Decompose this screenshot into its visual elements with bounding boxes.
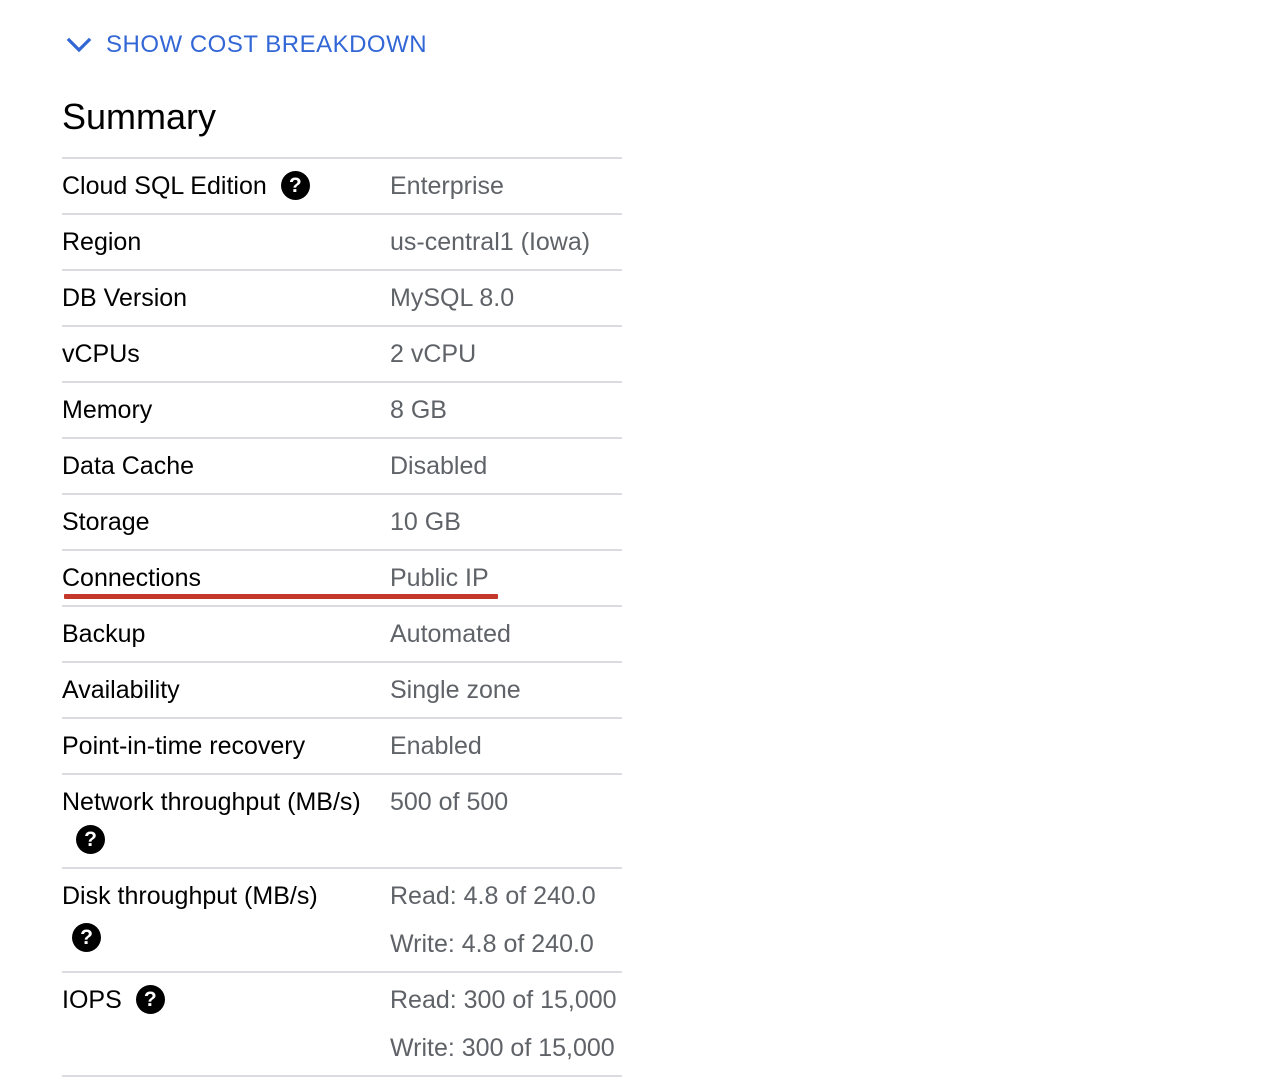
row-value-line: Automated bbox=[390, 620, 511, 648]
help-icon[interactable]: ? bbox=[135, 984, 165, 1014]
row-value-line: Read: 4.8 of 240.0 bbox=[390, 882, 596, 910]
show-cost-breakdown-toggle[interactable]: SHOW COST BREAKDOWN bbox=[64, 30, 427, 60]
row-value-line: Enterprise bbox=[390, 172, 504, 200]
row-value: 2 vCPU bbox=[390, 327, 622, 381]
show-cost-breakdown-label: SHOW COST BREAKDOWN bbox=[106, 31, 428, 58]
row-key: Memory bbox=[62, 396, 153, 424]
row-value-line: 2 vCPU bbox=[390, 340, 477, 368]
row-value-line: Write: 4.8 of 240.0 bbox=[390, 930, 594, 958]
summary-row-vcpus: vCPUs 2 vCPU bbox=[62, 327, 622, 383]
row-key: Point-in-time recovery bbox=[62, 732, 306, 760]
summary-row-availability: Availability Single zone bbox=[62, 663, 622, 719]
row-value-line: 500 of 500 bbox=[390, 788, 509, 816]
summary-row-network-throughput: Network throughput (MB/s)? 500 of 500 bbox=[62, 775, 622, 869]
row-value: us-central1 (Iowa) bbox=[390, 215, 622, 269]
row-value: Read: 4.8 of 240.0 Write: 4.8 of 240.0 bbox=[390, 869, 622, 971]
row-key: Availability bbox=[62, 676, 180, 704]
summary-row-disk-throughput: Disk throughput (MB/s)? Read: 4.8 of 240… bbox=[62, 869, 622, 973]
row-key: Region bbox=[62, 228, 142, 256]
row-key: IOPS? bbox=[62, 973, 390, 1075]
help-icon[interactable]: ? bbox=[72, 922, 101, 952]
summary-title: Summary bbox=[62, 96, 217, 137]
summary-row-cloud-sql-edition: Cloud SQL Edition? Enterprise bbox=[62, 159, 622, 215]
row-value: Read: 300 of 15,000 Write: 300 of 15,000 bbox=[390, 973, 622, 1075]
row-value: MySQL 8.0 bbox=[390, 271, 622, 325]
row-value: 8 GB bbox=[390, 383, 622, 437]
row-key-label: Cloud SQL Edition bbox=[62, 172, 267, 200]
row-value: Enabled bbox=[390, 719, 622, 773]
row-key: Storage bbox=[62, 508, 150, 536]
summary-row-backup: Backup Automated bbox=[62, 607, 622, 663]
row-value-line: 8 GB bbox=[390, 396, 447, 424]
row-value: 500 of 500 bbox=[390, 775, 622, 867]
summary-row-data-cache: Data Cache Disabled bbox=[62, 439, 622, 495]
row-value-line: Single zone bbox=[390, 676, 521, 704]
row-value-line: Public IP bbox=[390, 564, 489, 592]
row-key: Network throughput (MB/s)? bbox=[62, 775, 390, 867]
row-value-line: MySQL 8.0 bbox=[390, 284, 515, 312]
row-key-label: Disk throughput (MB/s) bbox=[62, 882, 318, 910]
row-value: Single zone bbox=[390, 663, 622, 717]
summary-row-iops: IOPS? Read: 300 of 15,000 Write: 300 of … bbox=[62, 973, 622, 1077]
highlight-underline bbox=[64, 594, 498, 599]
row-key: Cloud SQL Edition? bbox=[62, 159, 390, 213]
row-value: Enterprise bbox=[390, 159, 622, 213]
row-value-line: Read: 300 of 15,000 bbox=[390, 986, 617, 1014]
summary-row-connections: Connections Public IP bbox=[62, 551, 622, 607]
row-key-label: Network throughput (MB/s) bbox=[62, 788, 361, 816]
row-value-line: Write: 300 of 15,000 bbox=[390, 1034, 615, 1062]
summary-row-region: Region us-central1 (Iowa) bbox=[62, 215, 622, 271]
row-value: Automated bbox=[390, 607, 622, 661]
row-key: Backup bbox=[62, 620, 146, 648]
row-value-line: Enabled bbox=[390, 732, 482, 760]
row-value-line: Disabled bbox=[390, 452, 488, 480]
row-key: DB Version bbox=[62, 284, 188, 312]
summary-table: Cloud SQL Edition? Enterprise Region us-… bbox=[62, 157, 622, 1077]
summary-row-storage: Storage 10 GB bbox=[62, 495, 622, 551]
row-value: Disabled bbox=[390, 439, 622, 493]
summary-row-point-in-time-recovery: Point-in-time recovery Enabled bbox=[62, 719, 622, 775]
summary-row-memory: Memory 8 GB bbox=[62, 383, 622, 439]
chevron-down-icon bbox=[66, 37, 92, 53]
row-value-line: us-central1 (Iowa) bbox=[390, 228, 591, 256]
help-icon[interactable]: ? bbox=[280, 170, 310, 200]
row-value-line: 10 GB bbox=[390, 508, 461, 536]
row-key-label: IOPS bbox=[62, 986, 122, 1014]
row-key: vCPUs bbox=[62, 340, 140, 368]
row-key: Data Cache bbox=[62, 452, 195, 480]
help-icon[interactable]: ? bbox=[76, 824, 105, 854]
row-value: 10 GB bbox=[390, 495, 622, 549]
summary-row-db-version: DB Version MySQL 8.0 bbox=[62, 271, 622, 327]
row-key: Disk throughput (MB/s)? bbox=[62, 869, 390, 971]
